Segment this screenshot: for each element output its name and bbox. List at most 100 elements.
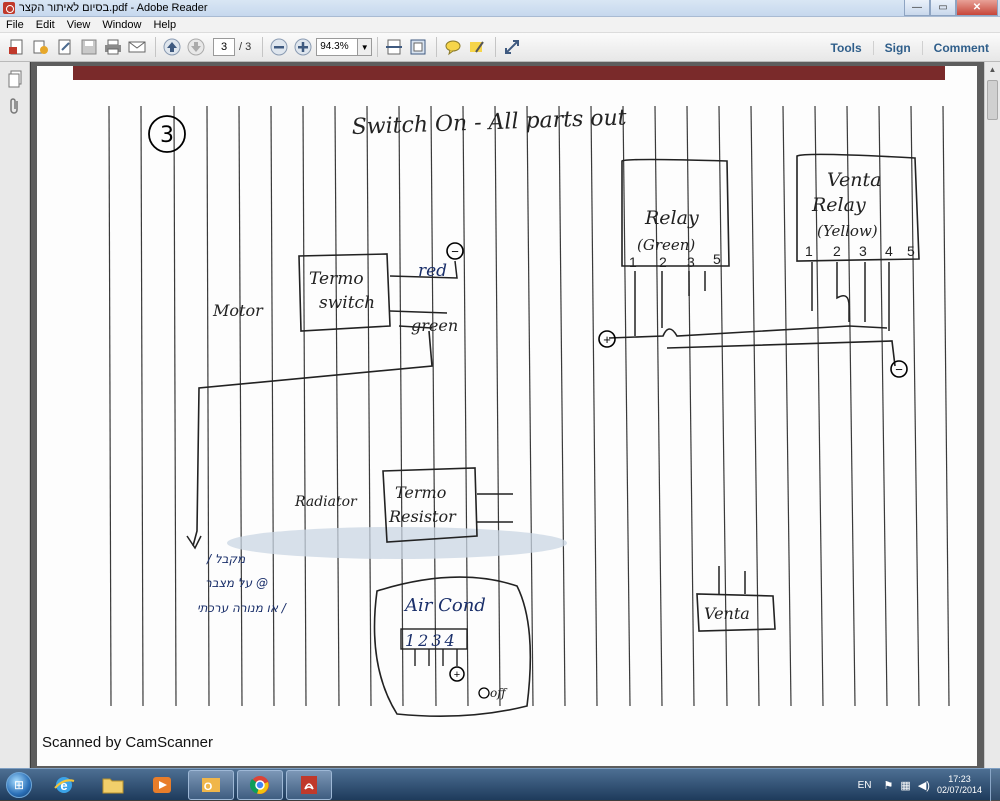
clock-date: 02/07/2014 <box>936 785 982 795</box>
handwritten-diagram: 3 Switch On - All parts out Termo switch… <box>73 66 950 718</box>
taskbar-media-player[interactable] <box>139 770 185 800</box>
organize-icon[interactable] <box>30 36 52 58</box>
toolbar-separator <box>377 37 379 57</box>
minimize-button[interactable]: — <box>904 0 930 16</box>
email-icon[interactable] <box>126 36 148 58</box>
comment-link[interactable]: Comment <box>921 40 1000 55</box>
task-pane-links: Tools Sign Comment <box>820 33 1000 62</box>
attachments-icon[interactable] <box>6 96 24 116</box>
internet-explorer-icon: e <box>54 776 75 793</box>
taskbar-adobe-reader[interactable] <box>286 769 332 800</box>
page-number-label: 3 <box>160 123 174 148</box>
toolbar-separator <box>155 37 156 57</box>
zoom-level-input[interactable]: 94.3% <box>316 38 359 56</box>
menu-file[interactable]: File <box>0 19 30 31</box>
page-top-margin <box>73 66 945 80</box>
venta-relay-label-1: Venta <box>827 169 881 191</box>
zoom-in-icon[interactable] <box>292 36 314 58</box>
create-pdf-icon[interactable] <box>6 36 28 58</box>
positive-bus-wire <box>608 325 888 339</box>
radiator-label: Radiator <box>294 494 358 510</box>
save-icon[interactable] <box>78 36 100 58</box>
document-area[interactable]: 3 Switch On - All parts out Termo switch… <box>31 62 984 768</box>
minus-sign-2: − <box>895 362 903 377</box>
scroll-up-icon[interactable]: ▲ <box>985 62 1000 77</box>
navigation-pane <box>0 62 30 768</box>
taskbar-outlook[interactable]: O <box>188 769 234 800</box>
previous-page-icon[interactable] <box>161 36 183 58</box>
svg-text:O: O <box>204 781 213 793</box>
language-indicator[interactable]: EN <box>858 780 872 791</box>
motor-label: Motor <box>212 301 264 320</box>
media-player-icon <box>153 776 171 793</box>
close-button[interactable]: ✕ <box>956 0 998 16</box>
adobe-reader-taskbar-icon <box>301 775 317 794</box>
air-cond-minus-terminal <box>478 687 490 699</box>
termo-resistor-label-1: Termo <box>395 483 446 502</box>
taskbar-file-explorer[interactable] <box>90 770 136 800</box>
next-page-icon[interactable] <box>185 36 207 58</box>
sign-link[interactable]: Sign <box>872 40 922 55</box>
vertical-scrollbar[interactable]: ▲ <box>984 62 1000 768</box>
window-controls: — ▭ ✕ <box>904 0 998 16</box>
plus-sign-1: + <box>603 332 611 347</box>
maximize-button[interactable]: ▭ <box>930 0 956 16</box>
toolbar-separator <box>495 37 497 57</box>
menu-bar: File Edit View Window Help <box>0 17 1000 33</box>
pdf-page: 3 Switch On - All parts out Termo switch… <box>37 66 977 766</box>
menu-edit[interactable]: Edit <box>30 19 61 31</box>
clock[interactable]: 17:23 02/07/2014 <box>937 774 982 796</box>
venta-relay-label-2: Relay <box>811 194 866 216</box>
termo-switch-label-1: Termo <box>309 269 364 289</box>
chrome-icon <box>249 775 269 794</box>
venta-label: Venta <box>704 604 750 623</box>
highlight-icon[interactable] <box>466 36 488 58</box>
toolbar-separator <box>436 37 438 57</box>
ground-bus-wire <box>666 340 896 367</box>
zoom-out-icon[interactable] <box>268 36 290 58</box>
window-title: בסיום לאיתור הקצר.pdf - Adobe Reader <box>19 2 208 14</box>
hebrew-note-2: @ על מצבר <box>205 576 268 590</box>
scroll-thumb[interactable] <box>987 80 998 120</box>
venta-relay-pin-3: 3 <box>859 243 867 259</box>
hebrew-note-1: מקבל / <box>206 552 246 566</box>
page-heading: Switch On - All parts out <box>351 105 627 140</box>
relay-green-pin-3: 3 <box>687 254 695 270</box>
zoom-dropdown-icon[interactable]: ▼ <box>358 38 373 56</box>
show-desktop-button[interactable] <box>990 769 1000 801</box>
print-icon[interactable] <box>102 36 124 58</box>
air-cond-pins: 1234 <box>405 631 458 650</box>
venta-relay-pin-1: 1 <box>805 243 813 259</box>
fullscreen-icon[interactable] <box>501 36 523 58</box>
minus-sign-1: − <box>451 244 459 259</box>
taskbar-chrome[interactable] <box>237 769 283 800</box>
start-button[interactable]: ⊞ <box>0 770 38 800</box>
network-icon[interactable]: ▦ <box>900 779 910 792</box>
hebrew-note-3: / או מנורה ערכתי <box>197 601 288 615</box>
termo-resistor-label-2: Resistor <box>388 507 457 526</box>
taskbar-internet-explorer[interactable]: e <box>41 770 87 800</box>
volume-icon[interactable]: ◀) <box>918 779 930 792</box>
fit-width-icon[interactable] <box>383 36 405 58</box>
wire-green-label: green <box>411 316 458 335</box>
tools-link[interactable]: Tools <box>820 41 873 55</box>
windows-logo-icon: ⊞ <box>6 771 32 798</box>
flag-icon[interactable]: ⚑ <box>884 779 894 792</box>
menu-help[interactable]: Help <box>147 19 182 31</box>
air-cond-label: Air Cond <box>403 595 486 616</box>
venta-relay-pin-4: 4 <box>885 243 893 259</box>
venta-relay-color: (Yellow) <box>817 222 878 240</box>
relay-green-pin-5: 5 <box>713 251 721 267</box>
page-number-input[interactable]: 3 <box>213 38 235 56</box>
menu-view[interactable]: View <box>61 19 97 31</box>
page-total: / 3 <box>239 41 252 53</box>
relay-green-pin-1: 1 <box>629 254 637 270</box>
fit-page-icon[interactable] <box>407 36 429 58</box>
windows-taskbar: ⊞ e O EN ⚑ ▦ ◀) 17:23 02/07/2014 <box>0 768 1000 801</box>
menu-window[interactable]: Window <box>96 19 147 31</box>
comment-icon[interactable] <box>442 36 464 58</box>
outlook-icon: O <box>202 777 220 793</box>
wire-red-label: red <box>418 261 447 281</box>
page-thumbnails-icon[interactable] <box>6 69 24 89</box>
edit-icon[interactable] <box>54 36 76 58</box>
